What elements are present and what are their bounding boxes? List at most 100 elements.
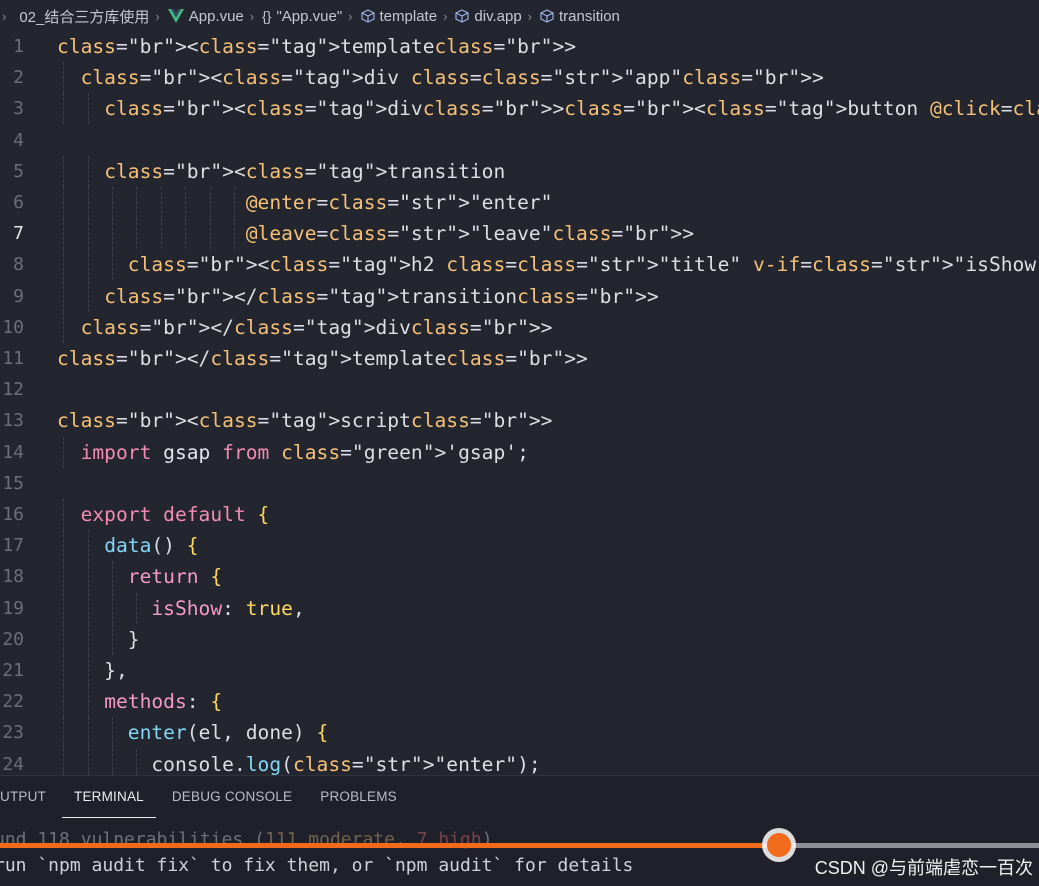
- line-number: 4: [13, 129, 24, 151]
- code-line[interactable]: 20 }: [0, 623, 1039, 655]
- breadcrumb-label: transition: [559, 7, 620, 25]
- breadcrumb-item-template[interactable]: template: [360, 7, 438, 25]
- code-line[interactable]: 24 console.log(class="str">"enter");: [0, 748, 1039, 775]
- code-text: return {: [127, 565, 223, 589]
- chevron-right-icon: ›: [348, 8, 353, 24]
- breadcrumb-label: 02_结合三方库使用: [19, 8, 150, 26]
- code-line[interactable]: 18 return {: [0, 561, 1039, 593]
- code-text: import gsap from class="green">'gsap';: [80, 440, 529, 464]
- chevron-right-icon: ›: [249, 8, 255, 24]
- code-text: class="br"></class="tag">templateclass="…: [57, 347, 588, 370]
- code-line[interactable]: 12: [0, 374, 1039, 405]
- code-text: @enter=class="str">"enter": [245, 191, 553, 214]
- code-text: export default {: [80, 503, 270, 526]
- line-number: 15: [2, 472, 24, 494]
- line-number: 1: [13, 36, 24, 57]
- line-number: 23: [2, 722, 24, 744]
- breadcrumb-label: template: [379, 7, 438, 25]
- breadcrumb: › 02_结合三方库使用 › App.vue › {} "App.vue" › …: [0, 0, 1039, 32]
- code-text: data() {: [104, 534, 199, 558]
- line-number: 18: [2, 566, 24, 588]
- code-line[interactable]: 21 },: [0, 655, 1039, 686]
- code-editor[interactable]: 1 class="br"><class="tag">templateclass="…: [0, 32, 1039, 775]
- code-line[interactable]: 15: [0, 468, 1039, 499]
- code-text: @leave=class="str">"leave"class="br">>: [245, 222, 695, 246]
- tab-label: PROBLEMS: [320, 789, 397, 804]
- code-line[interactable]: 8 class="br"><class="tag">h2 class=class…: [0, 249, 1039, 281]
- tab-problems[interactable]: PROBLEMS: [306, 776, 411, 824]
- code-text: class="br"><class="tag">h2 class=class="…: [127, 253, 1039, 277]
- code-text: class="br"><class="tag">scriptclass="br"…: [57, 409, 553, 433]
- breadcrumb-item-folder[interactable]: › 02_结合三方库使用: [0, 6, 149, 27]
- line-number: 3: [13, 98, 24, 120]
- code-line[interactable]: 11 class="br"></class="tag">templateclass…: [0, 343, 1039, 374]
- chevron-right-icon: ›: [2, 8, 7, 24]
- code-text: class="br"><class="tag">divclass="br">>c…: [104, 97, 1039, 121]
- code-line[interactable]: 9 class="br"></class="tag">transitioncla…: [0, 280, 1039, 312]
- tab-terminal[interactable]: TERMINAL: [60, 776, 158, 824]
- line-number: 7: [13, 223, 24, 245]
- video-progress-bar[interactable]: [0, 843, 1039, 848]
- code-line[interactable]: 13 class="br"><class="tag">scriptclass="b…: [0, 405, 1039, 436]
- code-text: enter(el, done) {: [127, 721, 329, 745]
- code-text: isShow: true,: [151, 596, 305, 620]
- line-number: 6: [13, 192, 24, 213]
- code-line[interactable]: 2 class="br"><class="tag">div class=clas…: [0, 62, 1039, 94]
- code-line[interactable]: 17 data() {: [0, 530, 1039, 562]
- code-line[interactable]: 19 isShow: true,: [0, 592, 1039, 624]
- breadcrumb-item-file[interactable]: App.vue: [167, 7, 244, 25]
- tab-output[interactable]: UTPUT: [0, 776, 60, 824]
- code-line[interactable]: 6 @enter=class="str">"enter": [0, 187, 1039, 218]
- line-number: 8: [13, 254, 24, 276]
- line-number: 12: [2, 379, 24, 401]
- line-number: 20: [2, 628, 24, 650]
- terminal-line: und 118 vulnerabilities (111 moderate, 7…: [0, 828, 493, 852]
- code-line[interactable]: 5 class="br"><class="tag">transition: [0, 155, 1039, 187]
- line-number: 11: [2, 348, 24, 369]
- tab-label: UTPUT: [0, 789, 46, 804]
- chevron-right-icon: ›: [155, 8, 160, 24]
- video-progress-fill: [0, 843, 780, 848]
- breadcrumb-item-transition[interactable]: transition: [540, 8, 620, 25]
- breadcrumb-item-module[interactable]: {} "App.vue": [262, 8, 342, 25]
- line-number: 24: [2, 753, 24, 775]
- panel-tabs: UTPUT TERMINAL DEBUG CONSOLE PROBLEMS: [0, 776, 1039, 824]
- cube-icon: [455, 9, 470, 23]
- braces-icon: {}: [262, 8, 272, 24]
- code-text: }: [57, 627, 140, 651]
- terminal-line: run `npm audit fix` to fix them, or `npm…: [0, 855, 634, 876]
- code-text: class="br"></class="tag">transitionclass…: [104, 284, 659, 308]
- line-number: 10: [2, 316, 24, 338]
- code-line[interactable]: 22 methods: {: [0, 686, 1039, 718]
- tab-label: TERMINAL: [74, 789, 144, 804]
- line-number: 9: [13, 285, 24, 307]
- code-line[interactable]: 7 @leave=class="str">"leave"class="br">>: [0, 218, 1039, 250]
- line-number: 17: [2, 535, 24, 557]
- code-text: },: [57, 659, 128, 682]
- chevron-right-icon: ›: [443, 8, 448, 24]
- tab-debug-console[interactable]: DEBUG CONSOLE: [158, 776, 306, 824]
- code-line[interactable]: 4: [0, 125, 1039, 156]
- breadcrumb-label: "App.vue": [276, 7, 343, 25]
- code-text: class="br"><class="tag">div class=class=…: [80, 66, 824, 90]
- line-number: 21: [2, 660, 24, 681]
- breadcrumb-label: App.vue: [188, 7, 244, 25]
- code-text: class="br"></class="tag">divclass="br">>: [80, 315, 553, 339]
- code-line[interactable]: 1 class="br"><class="tag">templateclass="…: [0, 32, 1039, 62]
- line-number: 14: [2, 441, 24, 463]
- vue-logo-icon: [167, 9, 184, 23]
- code-text: methods: {: [104, 690, 223, 714]
- line-number: 13: [2, 410, 24, 432]
- breadcrumb-item-div-app[interactable]: div.app: [455, 7, 522, 25]
- line-number: 22: [2, 691, 24, 713]
- code-line[interactable]: 23 enter(el, done) {: [0, 717, 1039, 749]
- line-number: 19: [2, 597, 24, 619]
- watermark: CSDN @与前端虐恋一百次: [814, 858, 1033, 878]
- code-line[interactable]: 14 import gsap from class="green">'gsap'…: [0, 436, 1039, 468]
- code-line[interactable]: 16 export default {: [0, 499, 1039, 530]
- code-text: class="br"><class="tag">templateclass="b…: [57, 35, 577, 58]
- breadcrumb-label: div.app: [474, 7, 522, 25]
- code-line[interactable]: 10 class="br"></class="tag">divclass="br…: [0, 311, 1039, 343]
- line-number: 5: [13, 160, 24, 182]
- code-line[interactable]: 3 class="br"><class="tag">divclass="br">…: [0, 93, 1039, 125]
